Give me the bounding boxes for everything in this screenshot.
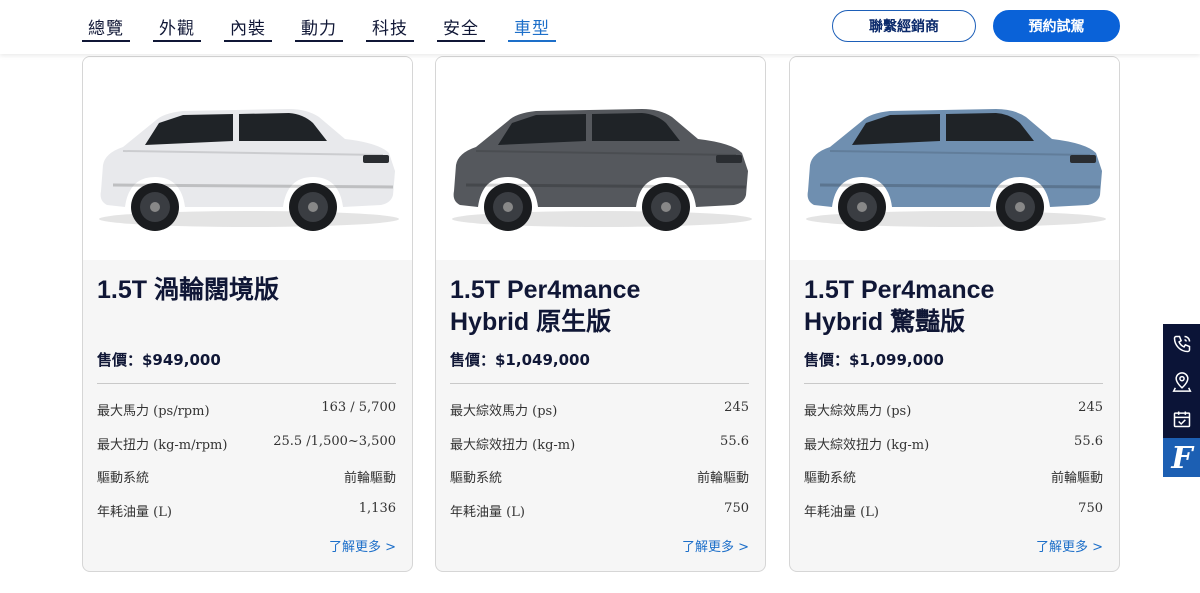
learn-more-link[interactable]: 了解更多 > — [1036, 536, 1103, 555]
model-title-line: 1.5T 渦輪闊境版 — [97, 276, 279, 304]
spec-value: 55.6 — [720, 434, 749, 449]
calendar-icon[interactable] — [1163, 401, 1200, 437]
car-image[interactable] — [93, 95, 405, 235]
learn-more-link[interactable]: 了解更多 > — [682, 536, 749, 555]
spec-label: 最大馬力 (ps/rpm) — [97, 404, 210, 419]
nav-underline — [366, 40, 414, 42]
model-title: 1.5T Per4mance Hybrid 驚豔版 — [804, 274, 1104, 338]
contact-dealer-button[interactable]: 聯繫經銷商 — [832, 10, 976, 42]
spec-row: 最大馬力 (ps/rpm) 163 / 5,700 — [97, 400, 396, 420]
model-price: 售價：$1,099,000 — [804, 351, 944, 369]
car-image[interactable] — [446, 95, 758, 235]
spec-row: 最大綜效馬力 (ps) 245 — [450, 400, 749, 420]
floating-sidebar: F — [1163, 324, 1200, 477]
spec-value: 前輪驅動 — [1050, 471, 1103, 486]
spec-row: 驅動系統 前輪驅動 — [804, 467, 1103, 487]
spec-row: 驅動系統 前輪驅動 — [97, 467, 396, 487]
spec-value: 55.6 — [1074, 434, 1103, 449]
model-title-line: 1.5T Per4mance — [804, 276, 995, 304]
model-card[interactable]: 1.5T Per4mance Hybrid 驚豔版 售價：$1,099,000 … — [789, 56, 1120, 572]
phone-icon[interactable] — [1163, 326, 1200, 362]
spec-value: 163 / 5,700 — [321, 400, 396, 415]
top-navigation-bar: 總覽 外觀 內裝 動力 科技 安全 車型 聯繫經銷商 預約試駕 — [0, 0, 1200, 54]
model-price: 售價：$1,049,000 — [450, 351, 590, 369]
car-image-area — [790, 57, 1119, 260]
nav-underline — [295, 40, 343, 42]
model-card[interactable]: 1.5T Per4mance Hybrid 原生版 售價：$1,049,000 … — [435, 56, 766, 572]
nav-item-exterior[interactable]: 外觀 — [153, 0, 224, 54]
spec-row: 最大扭力 (kg-m/rpm) 25.5 /1,500~3,500 — [97, 434, 396, 454]
ford-logo-icon[interactable]: F — [1163, 438, 1200, 477]
nav-item-models[interactable]: 車型 — [508, 0, 579, 54]
spec-label: 最大綜效扭力 (kg-m) — [450, 438, 576, 453]
nav-item-safety[interactable]: 安全 — [437, 0, 508, 54]
spec-value: 前輪驅動 — [696, 471, 749, 486]
car-image[interactable] — [800, 95, 1112, 235]
svg-text:F: F — [1170, 441, 1195, 475]
spec-row: 最大綜效扭力 (kg-m) 55.6 — [450, 434, 749, 454]
spec-row: 年耗油量 (L) 1,136 — [97, 501, 396, 521]
spec-label: 最大綜效馬力 (ps) — [450, 404, 558, 419]
car-image-area — [83, 57, 412, 260]
spec-value: 25.5 /1,500~3,500 — [273, 434, 396, 449]
divider — [450, 383, 749, 384]
spec-label: 年耗油量 (L) — [97, 505, 172, 520]
spec-row: 最大綜效馬力 (ps) 245 — [804, 400, 1103, 420]
model-title-line: 1.5T Per4mance — [450, 276, 641, 304]
spec-row: 驅動系統 前輪驅動 — [450, 467, 749, 487]
nav-underline — [508, 40, 556, 42]
nav-item-technology[interactable]: 科技 — [366, 0, 437, 54]
spec-label: 驅動系統 — [450, 471, 503, 486]
spec-label: 年耗油量 (L) — [804, 505, 879, 520]
model-title-line: Hybrid 原生版 — [450, 308, 612, 336]
learn-more-link[interactable]: 了解更多 > — [329, 536, 396, 555]
spec-value: 245 — [1078, 400, 1103, 415]
spec-value: 245 — [724, 400, 749, 415]
spec-label: 最大扭力 (kg-m/rpm) — [97, 438, 228, 453]
spec-value: 750 — [724, 501, 749, 516]
nav-underline — [82, 40, 130, 42]
book-test-drive-button[interactable]: 預約試駕 — [993, 10, 1120, 42]
divider — [804, 383, 1103, 384]
spec-value: 1,136 — [358, 501, 396, 516]
nav-underline — [224, 40, 272, 42]
model-title-line: Hybrid 驚豔版 — [804, 308, 966, 336]
spec-row: 年耗油量 (L) 750 — [804, 501, 1103, 521]
spec-label: 驅動系統 — [97, 471, 150, 486]
spec-label: 年耗油量 (L) — [450, 505, 525, 520]
spec-label: 驅動系統 — [804, 471, 857, 486]
model-title: 1.5T Per4mance Hybrid 原生版 — [450, 274, 750, 338]
model-title: 1.5T 渦輪闊境版 — [97, 274, 397, 306]
nav-item-interior[interactable]: 內裝 — [224, 0, 295, 54]
car-image-area — [436, 57, 765, 260]
model-card[interactable]: 1.5T 渦輪闊境版 售價：$949,000 最大馬力 (ps/rpm) 163… — [82, 56, 413, 572]
spec-value: 750 — [1078, 501, 1103, 516]
nav-underline — [153, 40, 201, 42]
model-price: 售價：$949,000 — [97, 351, 221, 369]
location-pin-icon[interactable] — [1163, 364, 1200, 400]
section-nav: 總覽 外觀 內裝 動力 科技 安全 車型 — [82, 0, 579, 54]
spec-row: 最大綜效扭力 (kg-m) 55.6 — [804, 434, 1103, 454]
nav-item-overview[interactable]: 總覽 — [82, 0, 153, 54]
divider — [97, 383, 396, 384]
spec-label: 最大綜效扭力 (kg-m) — [804, 438, 930, 453]
spec-label: 最大綜效馬力 (ps) — [804, 404, 912, 419]
nav-underline — [437, 40, 485, 42]
spec-row: 年耗油量 (L) 750 — [450, 501, 749, 521]
nav-item-powertrain[interactable]: 動力 — [295, 0, 366, 54]
spec-value: 前輪驅動 — [343, 471, 396, 486]
